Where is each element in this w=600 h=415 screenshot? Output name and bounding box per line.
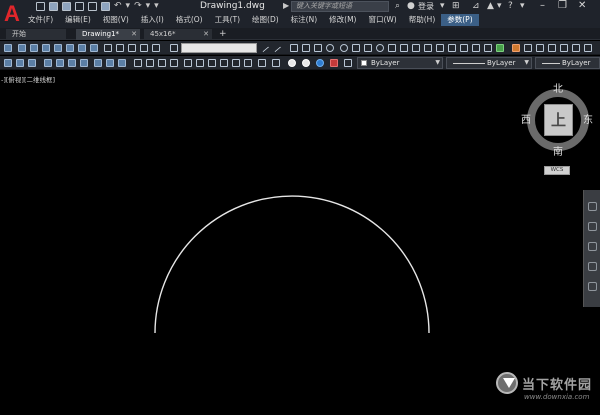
cube-top-face[interactable]: 上: [544, 104, 573, 136]
compass-west[interactable]: 西: [521, 111, 531, 126]
steering-wheel-icon[interactable]: [588, 202, 597, 211]
viewcube[interactable]: 上 北 南 东 西 WCS: [515, 80, 600, 180]
showmotion-icon[interactable]: [588, 282, 597, 291]
drawing-svg: [154, 195, 430, 334]
watermark-url: www.downxia.com: [524, 393, 590, 401]
watermark-name: 当下软件园: [522, 378, 593, 393]
navigation-bar: [583, 190, 600, 307]
watermark-logo-icon: [496, 372, 518, 394]
wcs-menu[interactable]: WCS: [544, 166, 570, 175]
compass-east[interactable]: 东: [583, 111, 593, 126]
zoom-icon[interactable]: [588, 242, 597, 251]
pan-icon[interactable]: [588, 222, 597, 231]
orbit-icon[interactable]: [588, 262, 597, 271]
arc-entity[interactable]: [154, 195, 430, 334]
compass-north[interactable]: 北: [553, 80, 563, 95]
compass-south[interactable]: 南: [553, 143, 563, 158]
